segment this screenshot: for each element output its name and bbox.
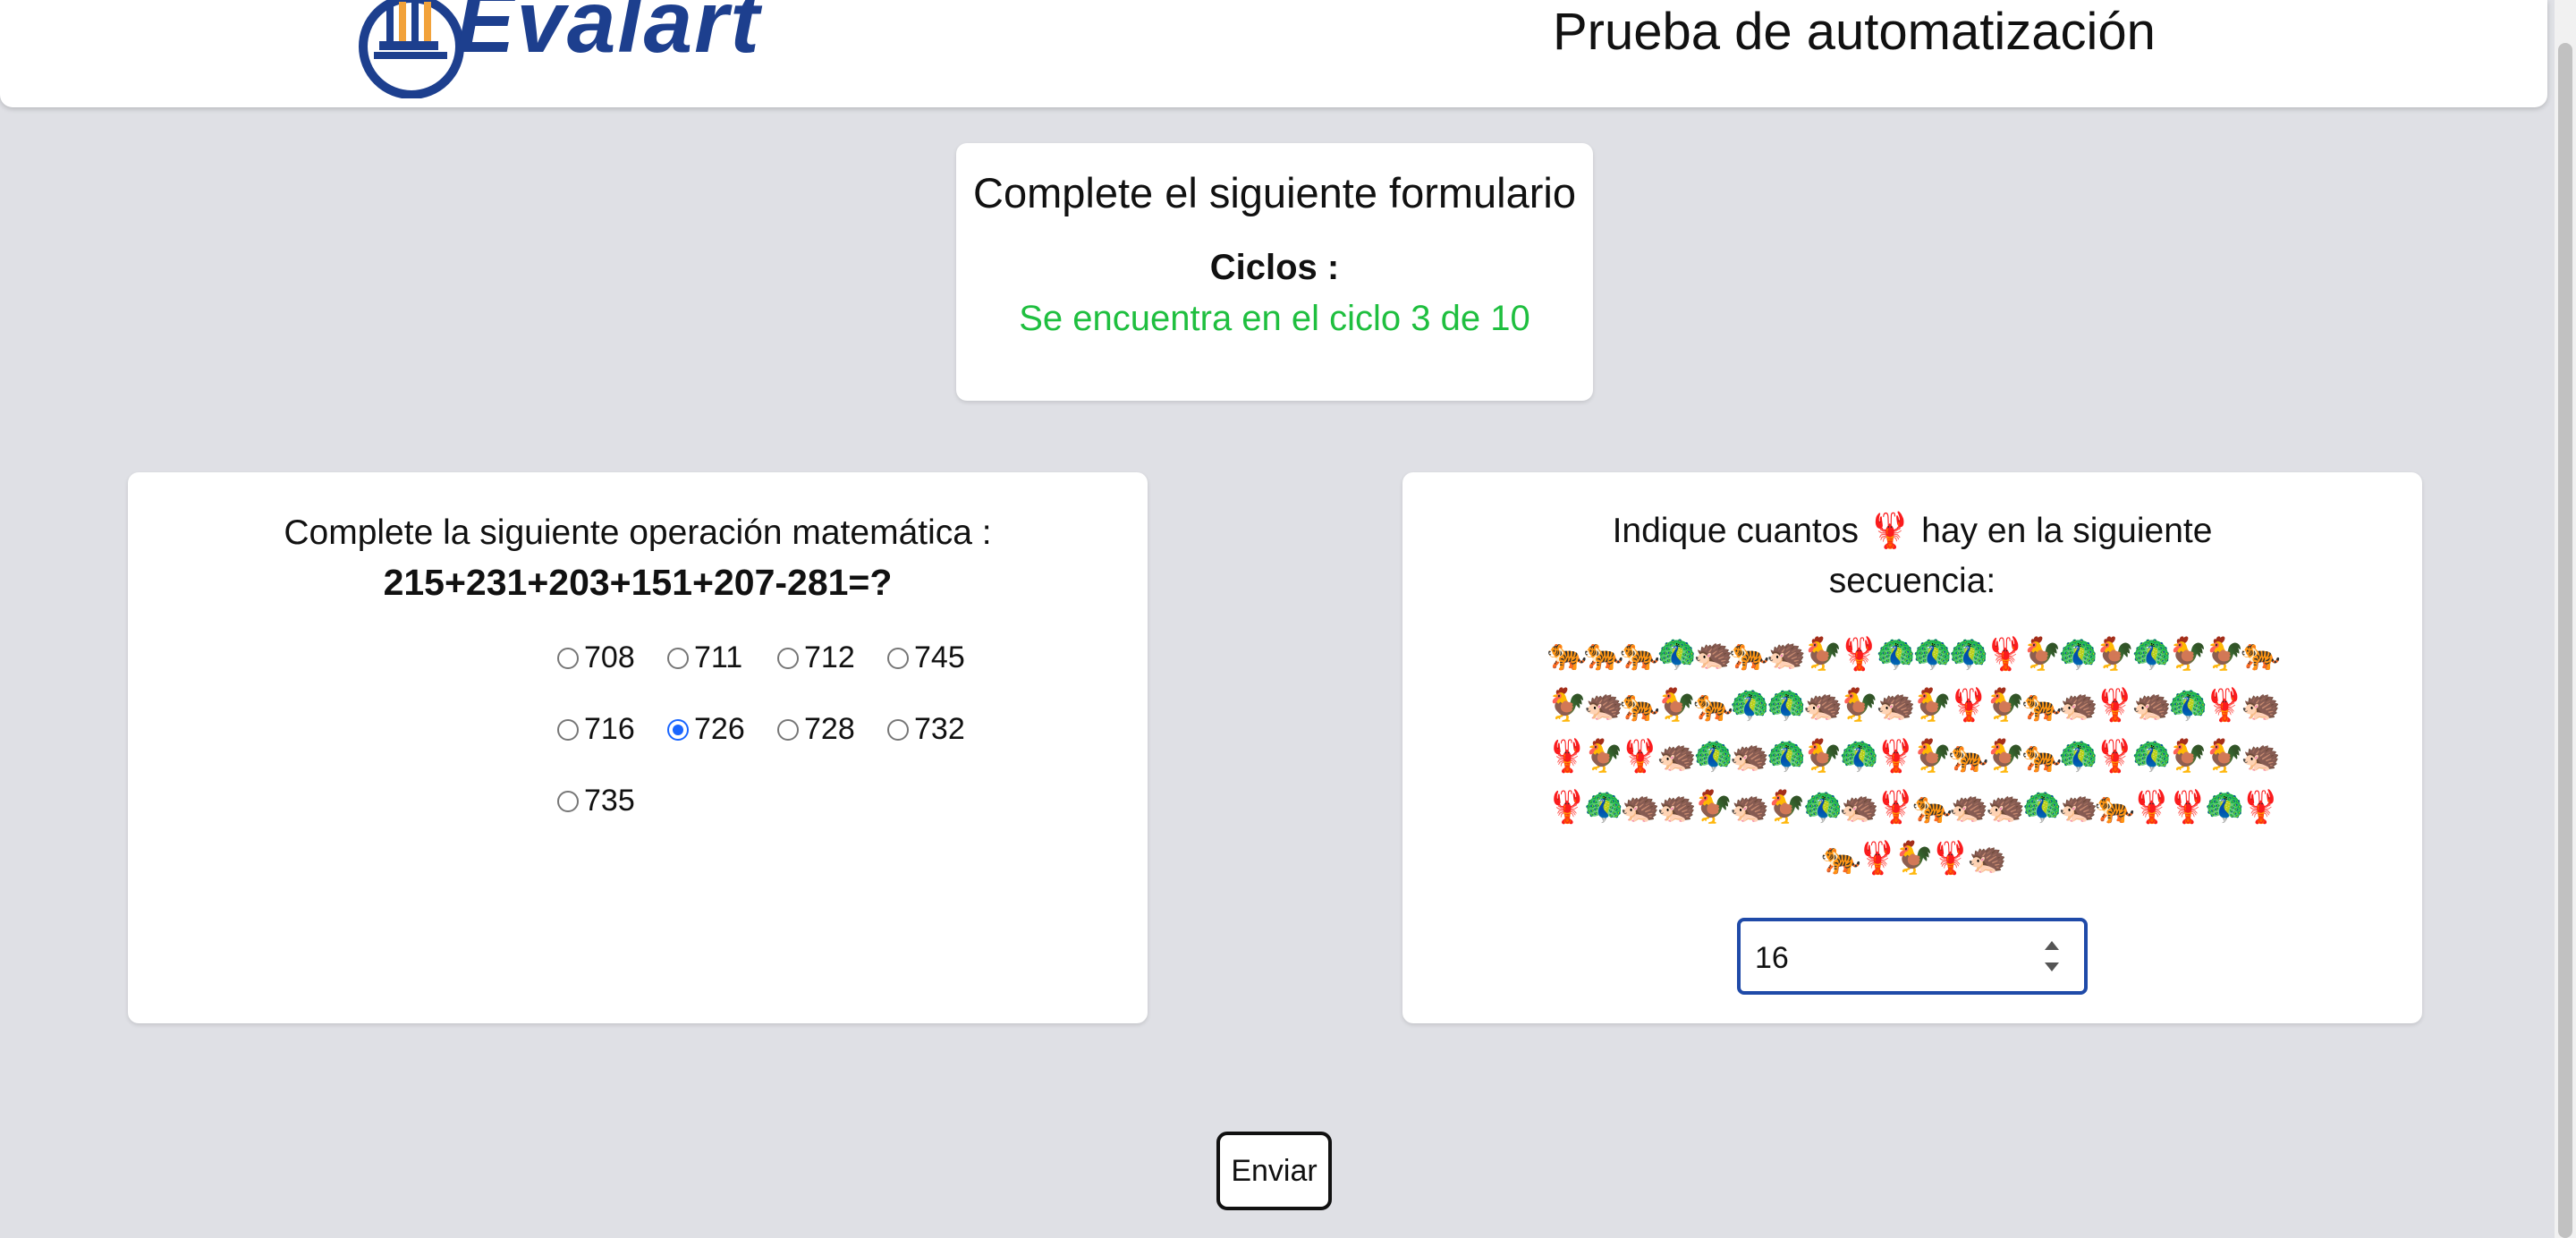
radio-button[interactable] <box>557 718 579 741</box>
logo-text: Evalart <box>456 0 761 71</box>
stepper-up-icon[interactable] <box>2045 941 2059 950</box>
math-expression: 215+231+203+151+207-281=? <box>383 562 893 603</box>
radio-button[interactable] <box>777 718 799 741</box>
cycle-card: Complete el siguiente formulario Ciclos … <box>956 143 1593 401</box>
math-prompt: Complete la siguiente operación matemáti… <box>284 513 992 552</box>
cycles-label: Ciclos : <box>1209 248 1340 287</box>
option-728[interactable]: 728 <box>777 712 855 747</box>
emoji-count-card: Indique cuantos 🦞 hay en la siguiente se… <box>1402 472 2422 1023</box>
radio-button[interactable] <box>887 647 909 669</box>
page-title: Prueba de automatización <box>1553 3 2156 61</box>
option-732[interactable]: 732 <box>887 712 965 747</box>
option-745[interactable]: 745 <box>887 640 965 675</box>
number-stepper[interactable] <box>2041 936 2063 977</box>
count-answer-input[interactable]: 16 <box>1737 918 2088 995</box>
radio-button[interactable] <box>667 647 689 669</box>
option-726[interactable]: 726 <box>667 712 745 747</box>
option-712[interactable]: 712 <box>777 640 855 675</box>
form-title: Complete el siguiente formulario <box>973 169 1576 216</box>
stepper-down-icon[interactable] <box>2045 962 2059 971</box>
emoji-sequence: 🐅🐅🐅🦚🦔🐅🦔🐓🦞🦚🦚🦚🦞🐓🦚🐓🦚🐓🐓🐅🐓🦔🐅🐓🐅🦚🦚🦔🐓🦔🐓🦞🐓🐅🦔🦞🦔🦚🦞🦔… <box>1546 635 2281 876</box>
radio-button-selected[interactable] <box>667 718 689 741</box>
evalart-logo: Evalart <box>358 0 805 98</box>
header: Evalart Prueba de automatización <box>0 0 2547 107</box>
logo-emblem-icon <box>359 0 464 98</box>
scrollbar-thumb[interactable] <box>2558 43 2572 1238</box>
radio-button[interactable] <box>887 718 909 741</box>
submit-button[interactable]: Enviar <box>1216 1132 1332 1210</box>
option-711[interactable]: 711 <box>667 640 742 675</box>
count-answer-value: 16 <box>1755 941 1789 975</box>
option-735[interactable]: 735 <box>557 784 635 818</box>
math-card: Complete la siguiente operación matemáti… <box>128 472 1148 1023</box>
option-708[interactable]: 708 <box>557 640 635 675</box>
radio-button[interactable] <box>557 647 579 669</box>
option-716[interactable]: 716 <box>557 712 635 747</box>
radio-button[interactable] <box>777 647 799 669</box>
cycle-status: Se encuentra en el ciclo 3 de 10 <box>1019 299 1530 338</box>
radio-button[interactable] <box>557 790 579 812</box>
count-prompt: Indique cuantos 🦞 hay en la siguiente se… <box>1612 512 2213 600</box>
